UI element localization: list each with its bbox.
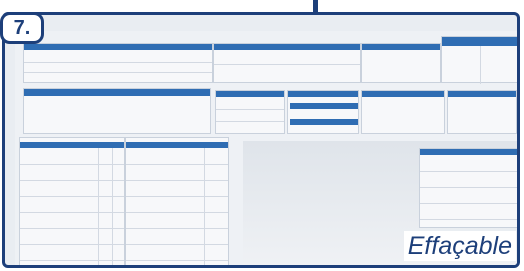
top-far-right-block bbox=[441, 36, 517, 84]
grid-line bbox=[126, 196, 228, 197]
grid-line bbox=[20, 228, 124, 229]
block-header bbox=[24, 89, 210, 96]
grid-line bbox=[126, 164, 228, 165]
block-header bbox=[214, 44, 360, 50]
erasable-caption: Effaçable bbox=[403, 231, 516, 261]
grid-line bbox=[420, 203, 517, 204]
value-bar bbox=[290, 119, 358, 125]
block-header bbox=[442, 37, 517, 46]
top-left-block bbox=[23, 43, 213, 83]
bottom-left-table bbox=[19, 137, 125, 265]
block-header bbox=[362, 91, 444, 97]
bottom-right-table bbox=[419, 148, 517, 228]
block-header bbox=[288, 91, 358, 97]
grid-line bbox=[480, 46, 481, 84]
step-number-badge: 7. bbox=[0, 12, 44, 44]
block-header bbox=[362, 44, 440, 50]
grid-line bbox=[112, 148, 113, 265]
whiteboard-frame bbox=[2, 12, 520, 268]
block-header bbox=[24, 44, 212, 50]
grid-line bbox=[20, 260, 124, 261]
grid-line bbox=[126, 228, 228, 229]
grid-line bbox=[216, 109, 284, 110]
bottom-center-table bbox=[125, 137, 229, 265]
table-header bbox=[126, 142, 228, 148]
grid-line bbox=[20, 196, 124, 197]
grid-line bbox=[24, 72, 212, 73]
grid-line bbox=[24, 62, 212, 63]
value-bar bbox=[290, 103, 358, 109]
grid-line bbox=[126, 244, 228, 245]
grid-line bbox=[204, 148, 205, 265]
table-header bbox=[420, 149, 517, 155]
middle-block-2 bbox=[287, 90, 359, 134]
middle-left-block bbox=[23, 88, 211, 134]
top-center-block bbox=[213, 43, 361, 83]
middle-block-3 bbox=[361, 90, 445, 134]
grid-line bbox=[420, 219, 517, 220]
grid-line bbox=[20, 244, 124, 245]
grid-line bbox=[216, 121, 284, 122]
middle-block-4 bbox=[447, 90, 517, 134]
grid-line bbox=[20, 164, 124, 165]
middle-block-1 bbox=[215, 90, 285, 134]
table-header bbox=[20, 142, 124, 148]
grid-line bbox=[420, 187, 517, 188]
grid-line bbox=[20, 180, 124, 181]
grid-line bbox=[98, 148, 99, 265]
block-header bbox=[448, 91, 516, 97]
grid-line bbox=[420, 171, 517, 172]
top-right-block bbox=[361, 43, 441, 83]
grid-line bbox=[126, 260, 228, 261]
grid-line bbox=[126, 180, 228, 181]
block-header bbox=[216, 91, 284, 97]
grid-line bbox=[126, 212, 228, 213]
grid-line bbox=[214, 64, 360, 65]
grid-line bbox=[20, 212, 124, 213]
